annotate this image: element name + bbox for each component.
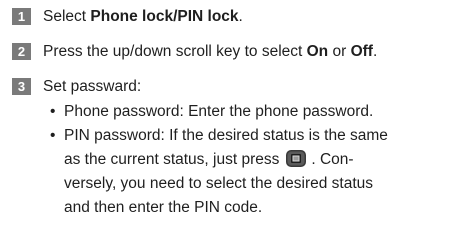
step-1-suffix: .: [238, 8, 243, 25]
password-options-list: • Phone password: Enter the phone passwo…: [50, 100, 445, 220]
step-2-prefix: Press the up/down scroll key to select: [43, 43, 307, 60]
step-1-prefix: Select: [43, 8, 91, 25]
step-2-option-off: Off: [350, 43, 373, 60]
step-number-badge: 2: [12, 43, 31, 60]
list-item-pin-password: • PIN password: If the desired status is…: [50, 124, 445, 148]
pin-password-line-2a: as the current status, just press: [64, 151, 280, 168]
step-text: Press the up/down scroll key to select O…: [43, 43, 377, 61]
step-2: 2 Press the up/down scroll key to select…: [12, 43, 377, 61]
step-text: Select Phone lock/PIN lock.: [43, 8, 243, 26]
bullet-icon: •: [50, 127, 56, 144]
step-number-badge: 1: [12, 8, 31, 25]
step-2-middle: or: [328, 43, 351, 60]
pin-password-line-3: versely, you need to select the desired …: [64, 175, 374, 192]
step-number-badge: 3: [12, 78, 31, 95]
pin-password-line-2b: . Con-: [311, 151, 354, 168]
pin-password-continuation: and then enter the PIN code.: [50, 196, 445, 220]
phone-password-text: Phone password: Enter the phone password…: [64, 103, 374, 120]
bullet-icon: •: [50, 103, 56, 120]
pin-password-line-4: and then enter the PIN code.: [64, 199, 263, 216]
pin-password-line-1: PIN password: If the desired status is t…: [64, 127, 388, 144]
step-1: 1 Select Phone lock/PIN lock.: [12, 8, 243, 26]
step-1-menu-name: Phone lock/PIN lock: [90, 8, 239, 25]
step-2-suffix: .: [372, 43, 378, 60]
ok-key-icon: [285, 149, 307, 168]
pin-password-continuation: as the current status, just press . Con-: [50, 148, 445, 172]
instruction-page: 1 Select Phone lock/PIN lock. 2 Press th…: [0, 0, 452, 241]
step-2-option-on: On: [306, 43, 329, 60]
list-item-phone-password: • Phone password: Enter the phone passwo…: [50, 100, 445, 124]
step-3: 3 Set passward:: [12, 78, 141, 96]
pin-password-continuation: versely, you need to select the desired …: [50, 172, 445, 196]
step-text: Set passward:: [43, 78, 142, 95]
